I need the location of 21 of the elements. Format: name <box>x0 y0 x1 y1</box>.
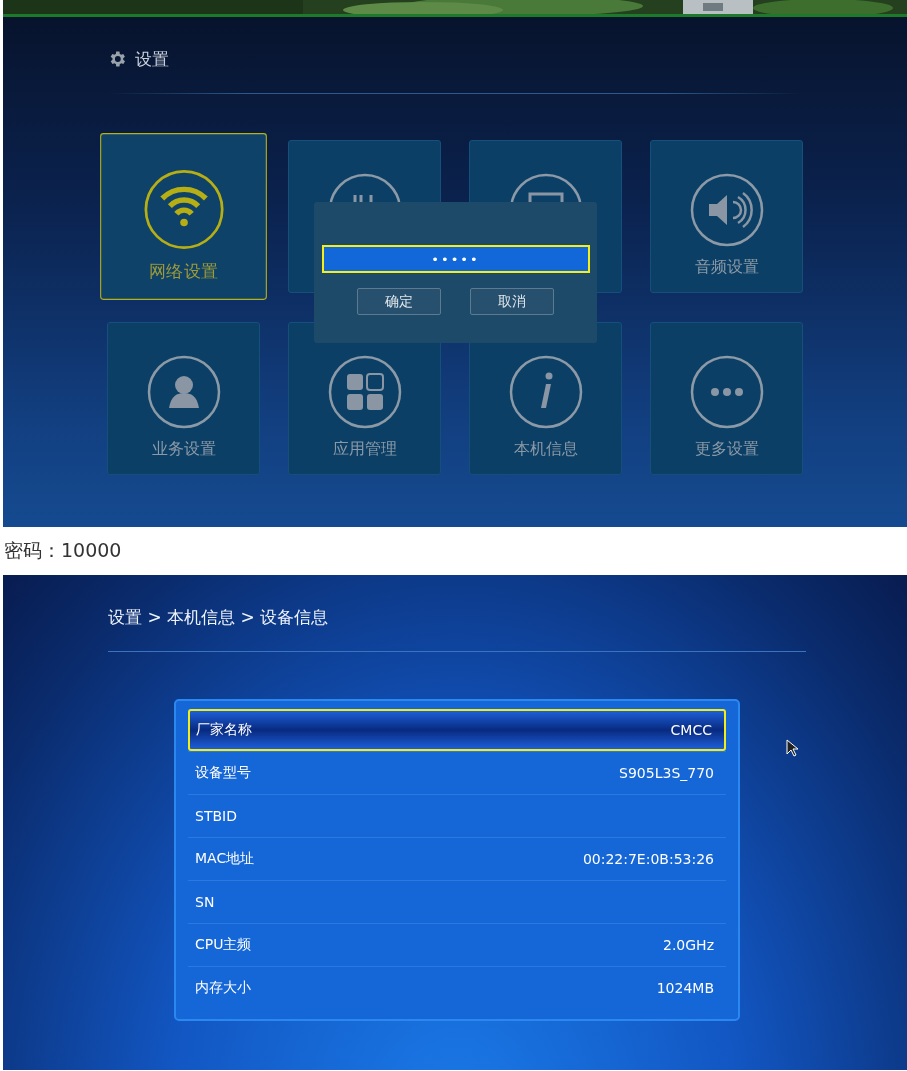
row-label: 内存大小 <box>195 979 251 997</box>
breadcrumb: 设置 > 本机信息 > 设备信息 <box>108 605 330 629</box>
row-value: 2.0GHz <box>663 937 714 953</box>
row-label: STBID <box>195 808 237 824</box>
caption-text: 密码：10000 <box>3 538 123 563</box>
tile-label: 业务设置 <box>151 439 216 460</box>
row-value: CMCC <box>670 722 712 738</box>
row-label: 厂家名称 <box>196 721 252 739</box>
row-label: CPU主频 <box>195 936 252 954</box>
row-label: MAC地址 <box>195 850 255 868</box>
tile-label: 更多设置 <box>694 439 759 460</box>
tile-label: 音频设置 <box>694 257 759 278</box>
row-label: 设备型号 <box>195 764 251 782</box>
row-value: 00:22:7E:0B:53:26 <box>582 851 714 867</box>
row-value: S905L3S_770 <box>619 765 714 781</box>
row-value: 1024MB <box>656 980 714 996</box>
tile-label: 网络设置 <box>148 260 219 284</box>
page-title: 设置 <box>135 47 169 71</box>
tile-label: 应用管理 <box>332 439 397 460</box>
tile-label: 本机信息 <box>513 439 578 460</box>
row-label: SN <box>195 894 215 910</box>
